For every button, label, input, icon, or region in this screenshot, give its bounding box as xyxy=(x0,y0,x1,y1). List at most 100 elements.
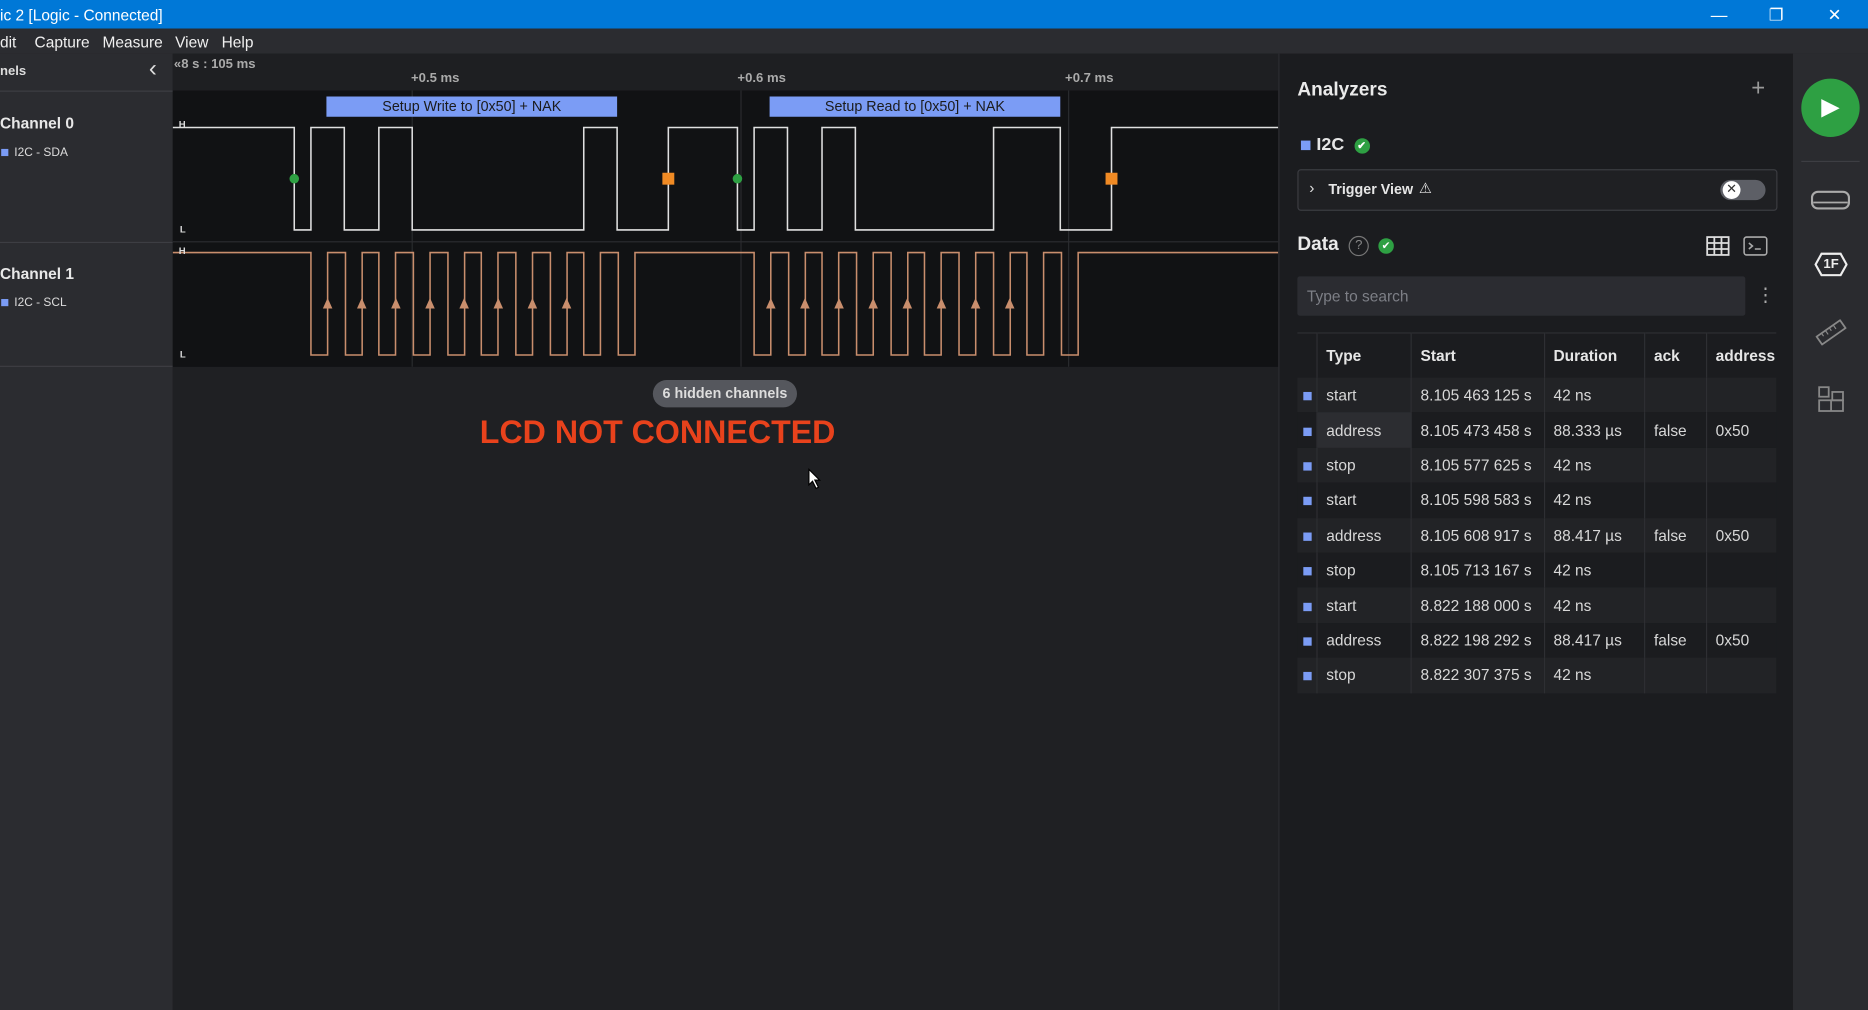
row-marker xyxy=(1297,482,1318,518)
ch1-high-label: H xyxy=(178,245,186,257)
rising-edge-arrow-icon xyxy=(766,297,776,309)
color-swatch-icon xyxy=(1300,140,1311,151)
column-ack[interactable]: ack xyxy=(1644,332,1707,378)
table-row[interactable]: stop 8.105 713 167 s 42 ns xyxy=(1297,552,1777,588)
menu-view[interactable]: View xyxy=(175,33,208,51)
table-row[interactable]: start 8.105 463 125 s 42 ns xyxy=(1297,377,1777,413)
table-row[interactable]: address 8.105 608 917 s 88.417 µs false 0x50 xyxy=(1297,517,1777,553)
window-title: ic 2 [Logic - Connected] xyxy=(0,5,163,24)
cell-ack: false xyxy=(1644,622,1707,658)
extensions-button[interactable]: 1F xyxy=(1814,252,1848,277)
column-address[interactable]: address xyxy=(1706,332,1777,378)
annotation-write[interactable]: Setup Write to [0x50] + NAK xyxy=(326,96,618,117)
close-button[interactable]: ✕ xyxy=(1806,0,1863,29)
cell-start: 8.105 577 625 s xyxy=(1411,447,1545,483)
cell-start: 8.105 473 458 s xyxy=(1411,412,1545,448)
add-analyzer-button[interactable]: + xyxy=(1751,75,1765,102)
table-row[interactable]: address 8.105 473 458 s 88.333 µs false 0x50 xyxy=(1297,412,1777,448)
layout-icon[interactable] xyxy=(1818,386,1844,412)
more-options-icon[interactable]: ⋮ xyxy=(1756,284,1775,308)
cell-start: 8.822 188 000 s xyxy=(1411,587,1545,623)
color-swatch-icon xyxy=(1302,497,1312,506)
terminal-view-icon[interactable] xyxy=(1743,236,1768,256)
cell-address xyxy=(1706,587,1777,623)
cell-start: 8.822 198 292 s xyxy=(1411,622,1545,658)
cell-duration: 88.417 µs xyxy=(1543,517,1646,553)
analyzers-icon[interactable] xyxy=(1810,188,1851,212)
minimize-button[interactable]: — xyxy=(1690,0,1747,29)
hidden-channels-button[interactable]: 6 hidden channels xyxy=(652,380,797,408)
row-marker xyxy=(1297,517,1318,553)
menu-help[interactable]: Help xyxy=(222,33,254,51)
cell-address xyxy=(1706,482,1777,518)
menu-capture[interactable]: Capture xyxy=(35,33,90,51)
cell-ack xyxy=(1644,482,1707,518)
extensions-label: 1F xyxy=(1823,257,1839,272)
column-duration[interactable]: Duration xyxy=(1543,332,1646,378)
signal-label: I2C - SDA xyxy=(14,146,68,160)
cell-address xyxy=(1706,657,1777,693)
cell-duration: 42 ns xyxy=(1543,482,1646,518)
column-start[interactable]: Start xyxy=(1411,332,1545,378)
rising-edge-arrow-icon xyxy=(970,297,981,309)
table-header: Type Start Duration ack address xyxy=(1297,332,1777,378)
right-sidebar: ▶ 1F xyxy=(1792,53,1868,1010)
column-type[interactable]: Type xyxy=(1316,332,1412,378)
rising-edge-arrow-icon xyxy=(868,297,878,309)
cell-ack xyxy=(1644,377,1707,413)
start-marker xyxy=(289,173,300,184)
table-row[interactable]: stop 8.822 307 375 s 42 ns xyxy=(1297,657,1777,693)
channels-panel-title: nels xyxy=(0,64,27,79)
help-icon[interactable]: ? xyxy=(1348,235,1369,257)
rising-edge-arrow-icon xyxy=(425,297,435,309)
color-swatch-icon xyxy=(1302,672,1312,681)
color-swatch-icon xyxy=(1,299,9,307)
menu-bar: dit Capture Measure View Help xyxy=(0,28,1868,54)
cell-start: 8.105 463 125 s xyxy=(1411,377,1545,413)
channel-1-label[interactable]: Channel 1 xyxy=(0,264,74,282)
cell-ack: false xyxy=(1644,517,1707,553)
menu-measure[interactable]: Measure xyxy=(102,33,162,51)
cell-start: 8.822 307 375 s xyxy=(1411,657,1545,693)
cell-duration: 42 ns xyxy=(1543,657,1646,693)
run-capture-button[interactable]: ▶ xyxy=(1801,78,1860,138)
table-view-icon[interactable] xyxy=(1706,236,1730,256)
tick-label: +0.5 ms xyxy=(411,71,460,86)
menu-edit[interactable]: dit xyxy=(0,33,16,51)
cell-address xyxy=(1706,552,1777,588)
collapse-chevron-icon[interactable]: ‹ xyxy=(149,56,157,83)
table-row[interactable]: address 8.822 198 292 s 88.417 µs false 0x50 xyxy=(1297,622,1777,658)
waveform-area[interactable]: Setup Write to [0x50] + NAK Setup Read t… xyxy=(172,90,1279,367)
cell-duration: 88.333 µs xyxy=(1543,412,1646,448)
annotation-read[interactable]: Setup Read to [0x50] + NAK xyxy=(769,96,1061,117)
table-row[interactable]: start 8.105 598 583 s 42 ns xyxy=(1297,482,1777,518)
row-marker xyxy=(1297,412,1318,448)
restore-button[interactable]: ❐ xyxy=(1748,0,1805,29)
time-ruler[interactable]: «8 s : 105 ms +0.5 ms +0.6 ms +0.7 ms xyxy=(172,53,1279,91)
rising-edge-arrow-icon xyxy=(800,297,810,309)
analyzer-i2c[interactable]: I2C ✔ xyxy=(1300,134,1370,155)
cell-duration: 88.417 µs xyxy=(1543,622,1646,658)
row-marker xyxy=(1297,657,1318,693)
measure-ruler-icon[interactable] xyxy=(1815,319,1847,346)
cell-duration: 42 ns xyxy=(1543,447,1646,483)
search-input[interactable] xyxy=(1297,276,1746,316)
tick-label: +0.6 ms xyxy=(737,71,786,86)
channel-0-label[interactable]: Channel 0 xyxy=(0,114,74,132)
table-row[interactable]: start 8.822 188 000 s 42 ns xyxy=(1297,587,1777,623)
ch0-low-label: L xyxy=(179,223,186,235)
table-row[interactable]: stop 8.105 577 625 s 42 ns xyxy=(1297,447,1777,483)
cell-type: start xyxy=(1316,482,1412,518)
channel-1-analyzer: I2C - SCL xyxy=(1,297,67,310)
color-swatch-icon xyxy=(1,149,9,157)
cell-ack: false xyxy=(1644,412,1707,448)
stop-marker xyxy=(1105,172,1118,185)
mouse-cursor-icon xyxy=(808,468,822,490)
trigger-view-row[interactable]: › Trigger View ⚠ ✕ xyxy=(1297,169,1778,211)
analyzer-name: I2C xyxy=(1316,134,1345,155)
cell-duration: 42 ns xyxy=(1543,552,1646,588)
rising-edge-arrow-icon xyxy=(1004,297,1015,309)
trigger-view-toggle[interactable]: ✕ xyxy=(1720,179,1766,201)
check-icon: ✔ xyxy=(1378,238,1394,254)
rising-edge-arrow-icon xyxy=(936,297,947,309)
